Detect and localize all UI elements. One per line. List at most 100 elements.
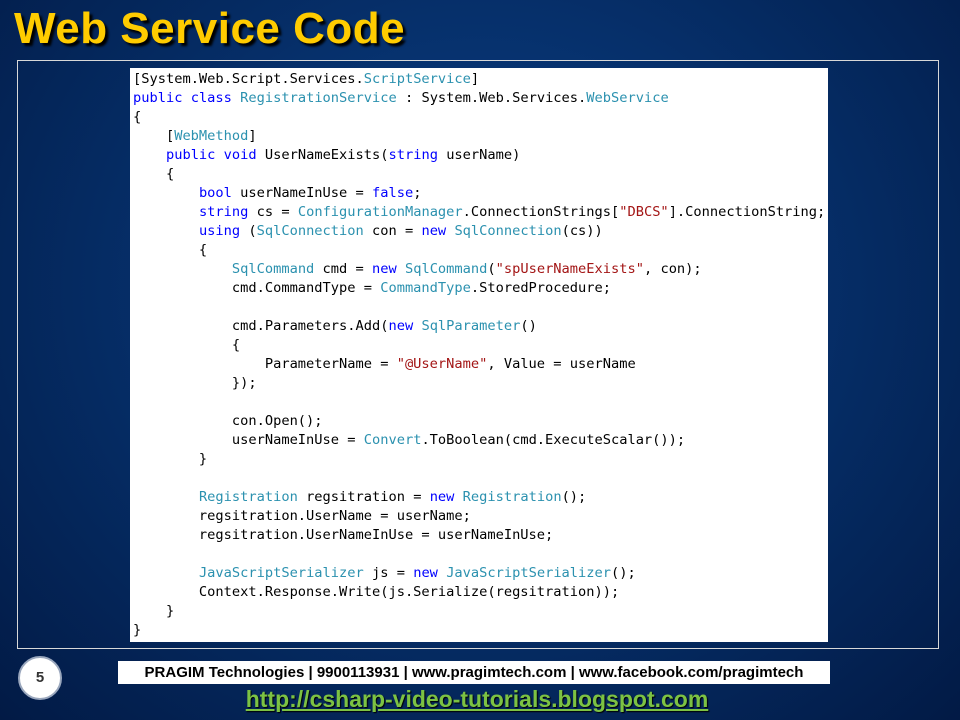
code-token: SqlCommand (231, 261, 315, 277)
code-token: [ (133, 71, 142, 87)
code-token: SqlParameter (421, 318, 521, 334)
code-token: userNameInUse = (231, 185, 372, 201)
slide-title: Web Service Code (14, 4, 406, 53)
code-token: "@UserName" (396, 356, 488, 372)
code-token: js = (363, 565, 414, 581)
code-token: string (388, 147, 438, 163)
code-token: void (223, 147, 257, 163)
code-token: ] (248, 128, 257, 144)
code-token: { (133, 337, 241, 353)
code-token: bool (198, 185, 232, 201)
code-token: cmd.Parameters.Add( (133, 318, 389, 334)
code-token: (cs)) (561, 223, 603, 239)
code-token: con = (363, 223, 422, 239)
code-line: userNameInUse = Convert.ToBoolean(cmd.Ex… (133, 431, 825, 450)
code-token: "spUserNameExists" (495, 261, 644, 277)
code-token: Context.Response.Write(js.Serialize(regs… (133, 584, 620, 600)
code-token: { (133, 109, 142, 125)
code-line: string cs = ConfigurationManager.Connect… (133, 203, 825, 222)
code-token: string (198, 204, 249, 220)
code-line: [WebMethod] (133, 127, 825, 146)
code-line: bool userNameInUse = false; (133, 184, 825, 203)
code-token: new (371, 261, 397, 277)
code-token: { (133, 242, 208, 258)
code-line: cmd.CommandType = CommandType.StoredProc… (133, 279, 825, 298)
code-line: } (133, 602, 825, 621)
code-token: new (388, 318, 414, 334)
code-token: Convert (363, 432, 422, 448)
code-token: class (190, 90, 232, 106)
code-token: ConfigurationManager (297, 204, 463, 220)
code-token: JavaScriptSerializer (446, 565, 611, 581)
code-token: SqlCommand (404, 261, 488, 277)
code-token: regsitration.UserNameInUse = userNameInU… (133, 527, 554, 543)
code-token: SqlConnection (256, 223, 364, 239)
code-line: regsitration.UserName = userName; (133, 507, 825, 526)
code-line: JavaScriptSerializer js = new JavaScript… (133, 564, 825, 583)
code-token: cs = (248, 204, 298, 220)
code-token: }); (133, 375, 257, 391)
code-token: "DBCS" (619, 204, 669, 220)
code-line: regsitration.UserNameInUse = userNameInU… (133, 526, 825, 545)
code-block: [System.Web.Script.Services.ScriptServic… (133, 70, 825, 640)
code-line: { (133, 336, 825, 355)
code-token: } (133, 622, 142, 638)
code-token: ].ConnectionString; (668, 204, 826, 220)
code-token: userName) (437, 147, 521, 163)
code-token: regsitration = (297, 489, 430, 505)
code-token: Registration (198, 489, 298, 505)
code-line: { (133, 165, 825, 184)
code-token: UserNameExists( (256, 147, 389, 163)
code-line: } (133, 450, 825, 469)
code-token: SqlConnection (454, 223, 562, 239)
code-line: } (133, 621, 825, 640)
code-token: ] (470, 71, 480, 87)
code-line: ParameterName = "@UserName", Value = use… (133, 355, 825, 374)
code-token: { (133, 166, 175, 182)
code-token: regsitration.UserName = userName; (133, 508, 471, 524)
code-token: new (413, 565, 438, 581)
code-token: ( (240, 223, 257, 239)
code-token: [ (133, 128, 175, 144)
code-line: Registration regsitration = new Registra… (133, 488, 825, 507)
code-token: System.Web.Script.Services. (141, 71, 364, 87)
code-token: con.Open(); (133, 413, 323, 429)
code-token: .ToBoolean(cmd.ExecuteScalar()); (421, 432, 686, 448)
code-token: .StoredProcedure; (470, 280, 611, 296)
code-line: [System.Web.Script.Services.ScriptServic… (133, 70, 825, 89)
code-token: ParameterName = (133, 356, 397, 372)
code-token: Registration (462, 489, 562, 505)
code-token: public (165, 147, 216, 163)
code-token: : System.Web.Services. (396, 90, 587, 106)
code-token: } (133, 603, 175, 619)
blog-link[interactable]: http://csharp-video-tutorials.blogspot.c… (0, 686, 954, 713)
code-token: public (133, 90, 183, 106)
code-token: .ConnectionStrings[ (462, 204, 620, 220)
code-line: Context.Response.Write(js.Serialize(regs… (133, 583, 825, 602)
code-line: public void UserNameExists(string userNa… (133, 146, 825, 165)
code-line: }); (133, 374, 825, 393)
code-token: using (198, 223, 241, 239)
code-line: { (133, 108, 825, 127)
code-line: { (133, 241, 825, 260)
code-token: WebService (586, 90, 669, 106)
code-token: (); (611, 565, 636, 581)
code-line: public class RegistrationService : Syste… (133, 89, 825, 108)
code-token: , Value = userName (487, 356, 636, 372)
